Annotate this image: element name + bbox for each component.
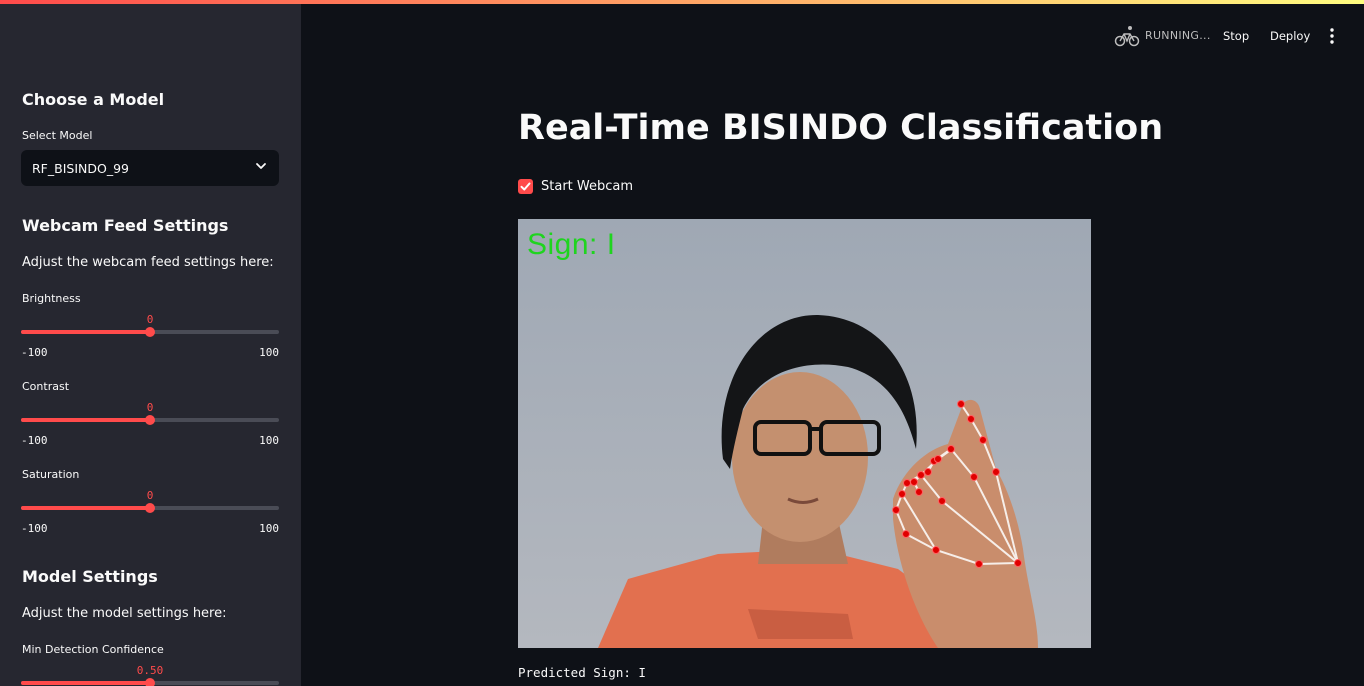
start-webcam-label[interactable]: Start Webcam: [541, 179, 633, 194]
page-title: Real-Time BISINDO Classification: [518, 108, 1164, 148]
bicycle-running-icon: [1114, 26, 1140, 47]
model-settings-heading: Model Settings: [22, 567, 158, 586]
saturation-slider[interactable]: 0 -100 100: [21, 489, 279, 535]
slider-fill: [21, 681, 150, 685]
slider-thumb[interactable]: [145, 327, 155, 337]
slider-thumb[interactable]: [145, 678, 155, 686]
slider-current-value: 0: [146, 401, 154, 414]
slider-min-value: -100: [21, 522, 48, 535]
webcam-settings-description: Adjust the webcam feed settings here:: [22, 255, 274, 270]
saturation-label: Saturation: [22, 468, 80, 481]
webcam-feed: Sign: I: [518, 219, 1091, 648]
slider-max-value: 100: [259, 434, 279, 447]
model-settings-description: Adjust the model settings here:: [22, 606, 227, 621]
contrast-slider[interactable]: 0 -100 100: [21, 401, 279, 447]
slider-min-value: -100: [21, 434, 48, 447]
slider-thumb[interactable]: [145, 415, 155, 425]
vertical-dots-menu-icon[interactable]: [1326, 27, 1338, 45]
select-model-label: Select Model: [22, 129, 93, 142]
slider-fill: [21, 330, 150, 334]
model-select[interactable]: RF_BISINDO_99: [21, 150, 279, 186]
webcam-settings-heading: Webcam Feed Settings: [22, 216, 229, 235]
confidence-slider[interactable]: 0.50: [21, 664, 279, 686]
confidence-label: Min Detection Confidence: [22, 643, 164, 656]
model-select-value: RF_BISINDO_99: [32, 161, 129, 176]
choose-model-heading: Choose a Model: [22, 90, 165, 109]
slider-current-value: 0: [146, 489, 154, 502]
sign-overlay-text: Sign: I: [527, 228, 616, 261]
chevron-down-icon: [256, 163, 266, 169]
predicted-sign-text: Predicted Sign: I: [518, 665, 646, 680]
slider-fill: [21, 418, 150, 422]
webcam-frame-image: [518, 219, 1091, 648]
sidebar: Choose a Model Select Model RF_BISINDO_9…: [0, 0, 301, 686]
top-decoration-bar: [0, 0, 1364, 4]
start-webcam-checkbox[interactable]: [518, 179, 533, 194]
checkmark-icon: [520, 182, 531, 191]
brightness-label: Brightness: [22, 292, 81, 305]
deploy-button[interactable]: Deploy: [1270, 29, 1310, 43]
slider-current-value: 0.50: [136, 664, 164, 677]
slider-min-value: -100: [21, 346, 48, 359]
slider-thumb[interactable]: [145, 503, 155, 513]
slider-fill: [21, 506, 150, 510]
slider-current-value: 0: [146, 313, 154, 326]
stop-button[interactable]: Stop: [1223, 29, 1249, 43]
contrast-label: Contrast: [22, 380, 70, 393]
slider-max-value: 100: [259, 346, 279, 359]
running-status: RUNNING...: [1145, 29, 1211, 42]
slider-max-value: 100: [259, 522, 279, 535]
brightness-slider[interactable]: 0 -100 100: [21, 313, 279, 359]
